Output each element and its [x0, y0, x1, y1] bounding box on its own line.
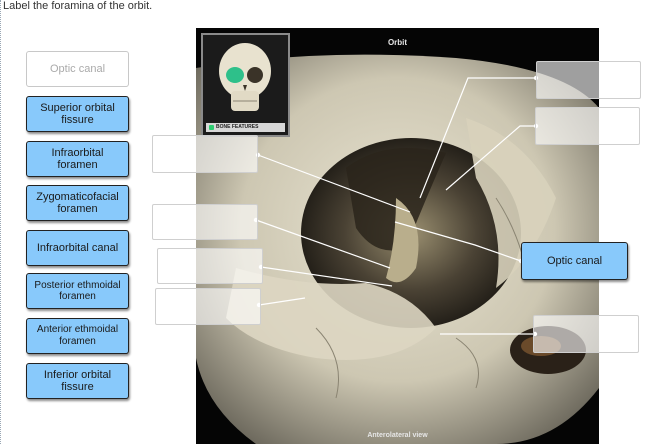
drop-target-3[interactable] — [152, 135, 258, 173]
drop-target-6[interactable] — [155, 288, 261, 325]
drop-target-8[interactable] — [533, 315, 639, 353]
drop-target-2[interactable] — [535, 107, 640, 145]
drop-target-5[interactable] — [157, 248, 263, 284]
drop-target-7-optic-canal[interactable]: Optic canal — [521, 242, 628, 280]
drop-target-4[interactable] — [152, 204, 258, 240]
drop-target-1[interactable] — [536, 61, 641, 99]
